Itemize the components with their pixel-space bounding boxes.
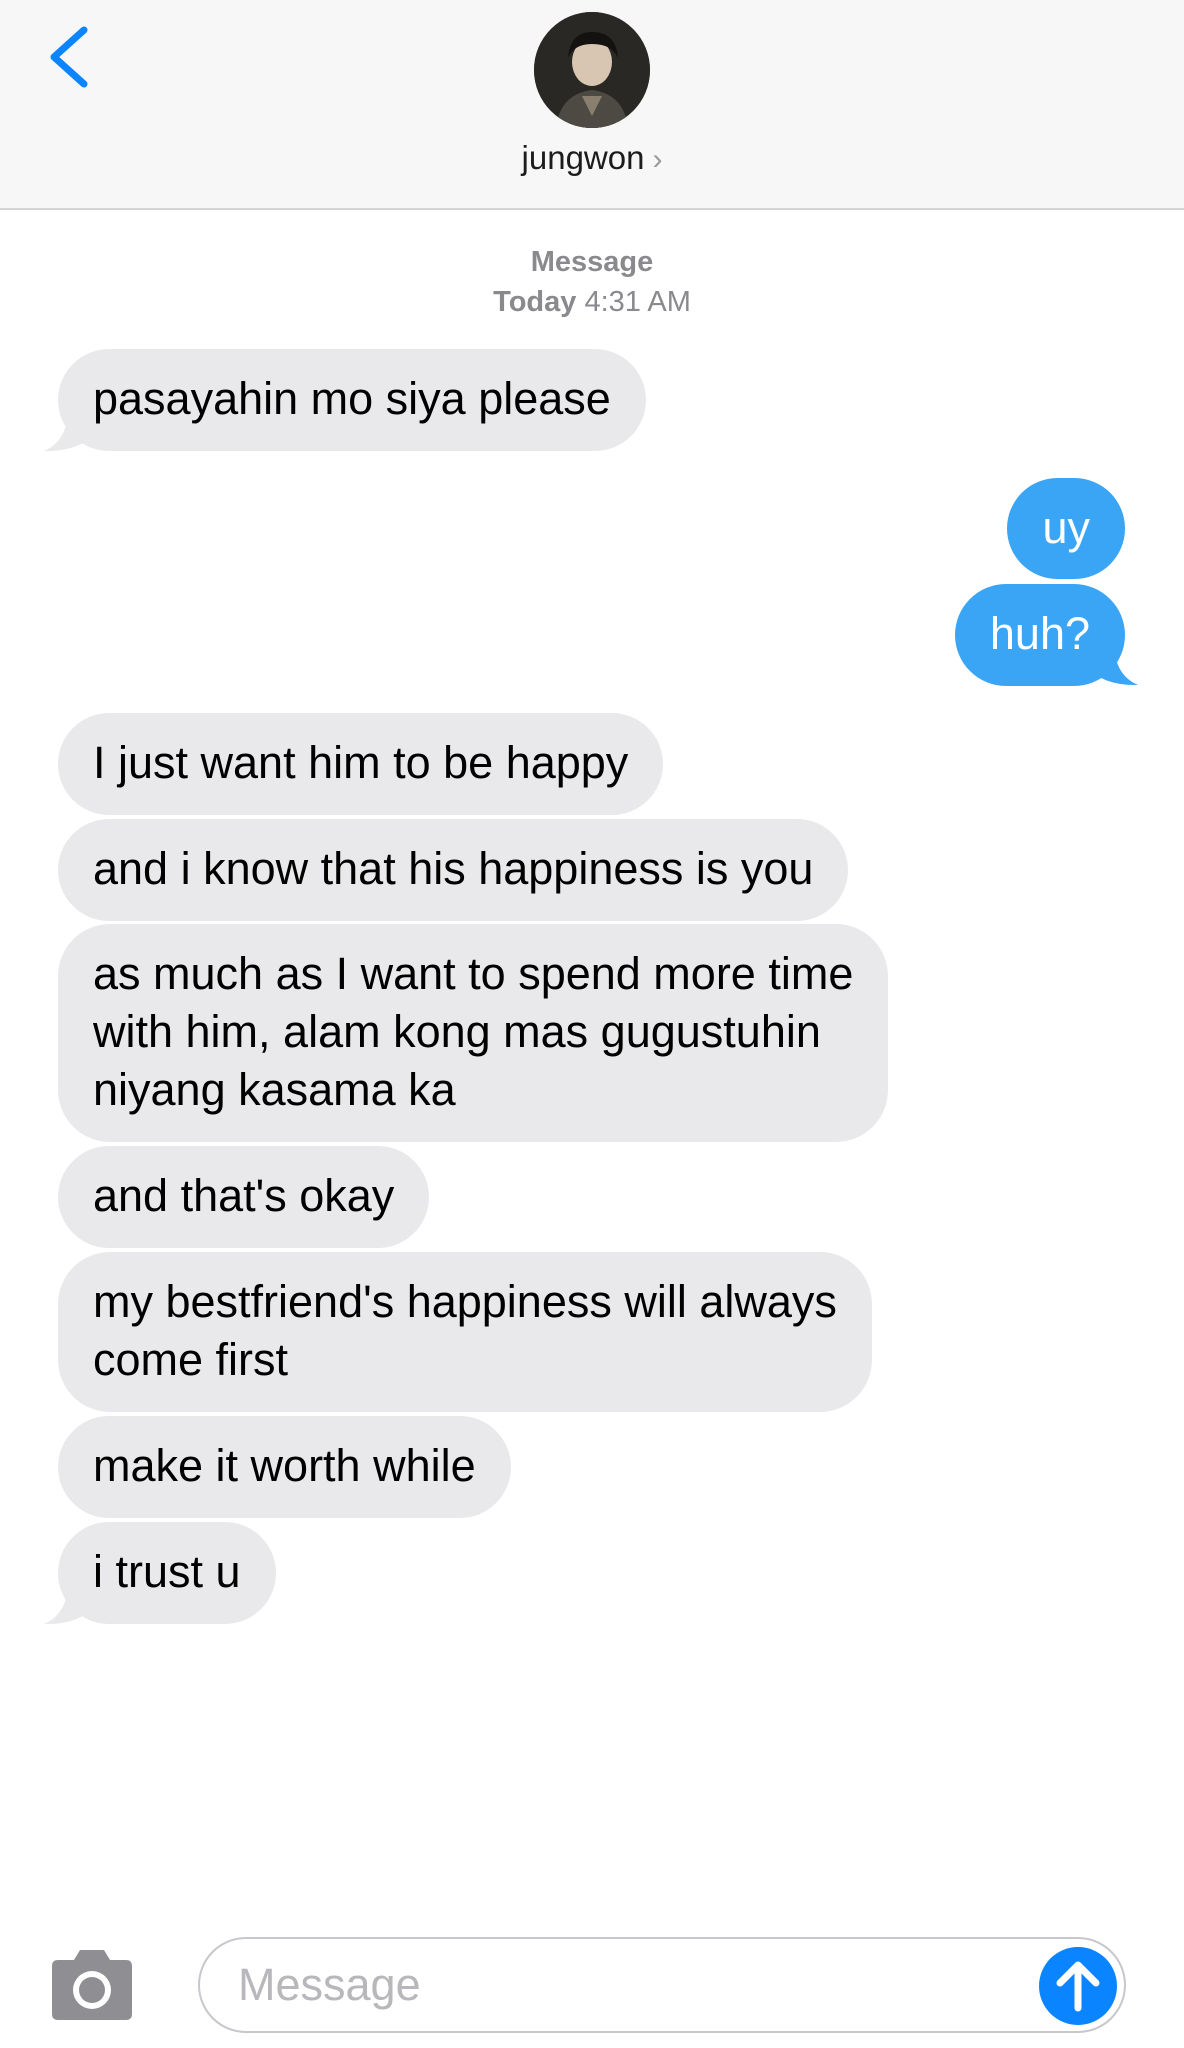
contact-name: jungwon [521, 139, 645, 176]
message-text-line: come first [93, 1334, 289, 1385]
camera-icon [52, 1950, 132, 2020]
camera-button[interactable] [46, 1948, 138, 2022]
message-bubble-incoming[interactable]: my bestfriend's happiness will always co… [58, 1252, 872, 1412]
message-bubble-incoming[interactable]: I just want him to be happy [58, 713, 664, 815]
timestamp-day: Today [493, 286, 577, 318]
message-text: make it worth while [93, 1440, 476, 1491]
timestamp-time: 4:31 AM [584, 286, 691, 318]
message-text: and i know that his happiness is you [93, 843, 814, 894]
message-bubble-incoming[interactable]: and i know that his happiness is you [58, 819, 849, 921]
message-text-line: as much as I want to spend more time [93, 948, 854, 999]
message-text: pasayahin mo siya please [93, 373, 611, 424]
message-text: and that's okay [93, 1170, 395, 1221]
message-text: uy [1042, 502, 1090, 553]
chevron-left-icon [50, 26, 88, 88]
chevron-right-icon: › [652, 143, 663, 176]
message-text: i trust u [93, 1546, 241, 1597]
bubble-tail-incoming [44, 1575, 98, 1625]
send-button[interactable] [1038, 1946, 1118, 2026]
bubble-tail-outgoing [1084, 636, 1138, 686]
message-text: I just want him to be happy [93, 737, 629, 788]
arrow-up-icon [1039, 1947, 1117, 2025]
timestamp: Today 4:31 AM [0, 282, 1184, 322]
back-button[interactable] [40, 22, 100, 92]
message-text-line: with him, alam kong mas gugustuhin [93, 1006, 821, 1057]
service-label: Message [530, 246, 654, 278]
contact-avatar[interactable] [534, 12, 650, 128]
message-bubble-incoming[interactable]: make it worth while [58, 1416, 511, 1518]
message-bubble-outgoing[interactable]: uy [1007, 478, 1125, 579]
message-text-line: my bestfriend's happiness will always [93, 1276, 837, 1327]
message-text-line: niyang kasama ka [93, 1064, 456, 1115]
conversation-header: jungwon › [0, 0, 1184, 210]
message-bubble-incoming[interactable]: pasayahin mo siya please [58, 349, 646, 451]
message-input-placeholder: Message [238, 1959, 421, 2010]
contact-name-button[interactable]: jungwon › [0, 136, 1184, 182]
message-bubble-incoming[interactable]: as much as I want to spend more time wit… [58, 924, 889, 1142]
avatar-photo [534, 12, 650, 128]
bubble-tail-incoming [44, 402, 98, 452]
message-bubble-incoming[interactable]: and that's okay [58, 1146, 430, 1248]
